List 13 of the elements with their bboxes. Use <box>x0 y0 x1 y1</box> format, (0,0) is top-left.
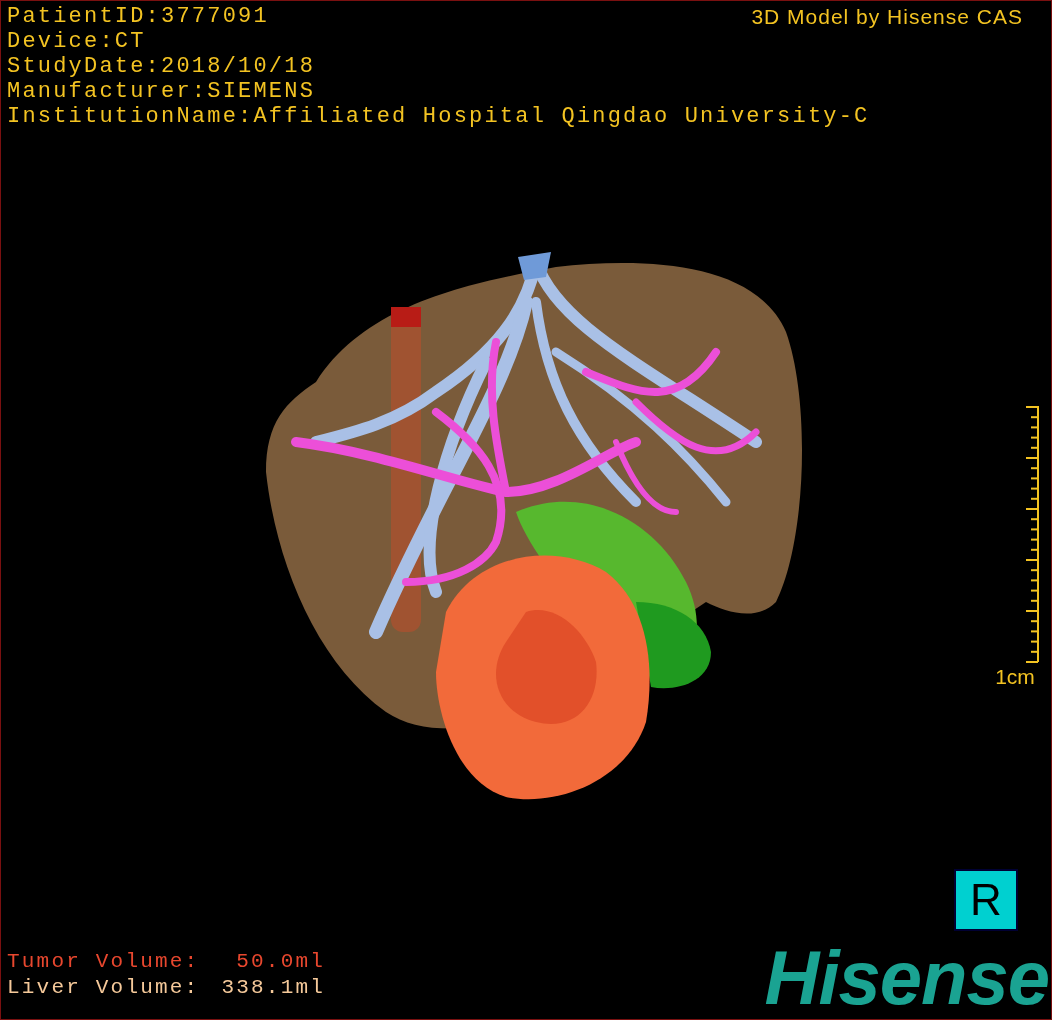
info-text: Device:CT <box>7 29 146 54</box>
info-text: InstitutionName:Affiliated Hospital Qingdao University-C <box>7 104 870 129</box>
info-text: PatientID:3777091 <box>7 4 269 29</box>
info-text: StudyDate:2018/10/18 <box>7 54 316 79</box>
volume-value: 338.1ml <box>221 975 326 1001</box>
volume-value: 50.0ml <box>235 949 326 975</box>
brand-logo: Hisense <box>764 943 1049 1013</box>
info-text: Manufacturer:SIEMENS <box>7 79 316 104</box>
viewer-title: 3D Model by Hisense CAS <box>751 4 1023 29</box>
orientation-badge: R <box>954 869 1018 931</box>
scale-label: 1cm <box>995 665 1035 689</box>
volume-label: Liver Volume: <box>7 975 200 1001</box>
volume-label: Tumor Volume: <box>7 949 200 975</box>
